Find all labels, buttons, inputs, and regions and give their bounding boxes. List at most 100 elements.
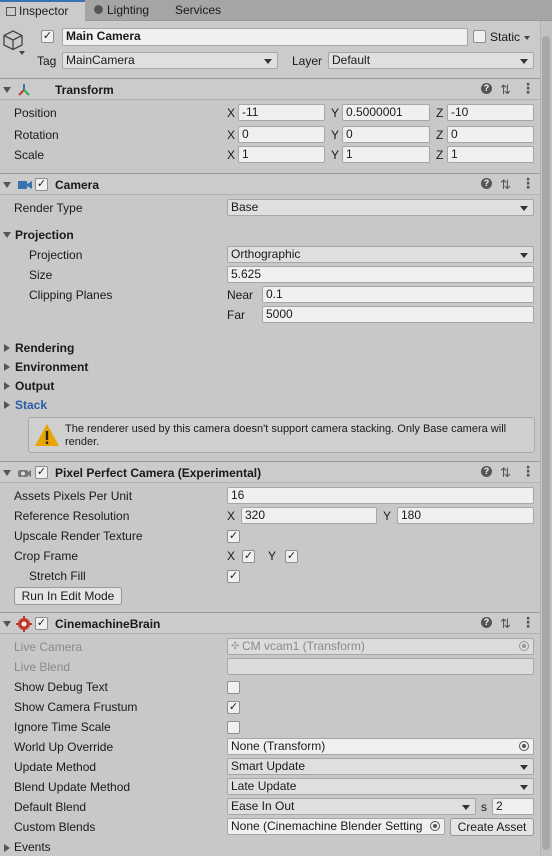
blend-time-field[interactable]: 2 bbox=[492, 798, 534, 815]
camera-header[interactable]: ✓ Camera ? ⇅ ⋮ bbox=[0, 173, 540, 195]
preset-sliders-icon[interactable]: ⇅ bbox=[500, 82, 511, 98]
help-icon[interactable]: ? bbox=[481, 617, 492, 628]
axis-z-label: Z bbox=[436, 106, 444, 120]
position-z-field[interactable]: -10 bbox=[447, 104, 534, 121]
ref-x-field[interactable]: 320 bbox=[241, 507, 377, 524]
brain-enabled-checkbox[interactable]: ✓ bbox=[35, 617, 48, 630]
foldout-arrow-icon[interactable] bbox=[3, 87, 11, 93]
foldout-arrow-icon[interactable] bbox=[3, 470, 11, 476]
blend-update-method-dropdown[interactable]: Late Update bbox=[227, 778, 534, 795]
kebab-menu-icon[interactable]: ⋮ bbox=[521, 80, 535, 97]
tag-dropdown[interactable]: MainCamera bbox=[62, 52, 278, 69]
static-dropdown-arrow[interactable] bbox=[524, 36, 530, 40]
live-blend-label: Live Blend bbox=[14, 660, 71, 674]
projection-dropdown[interactable]: Orthographic bbox=[227, 246, 534, 263]
far-field[interactable]: 5000 bbox=[262, 306, 534, 323]
world-up-override-label: World Up Override bbox=[14, 740, 114, 754]
clipping-planes-label: Clipping Planes bbox=[29, 288, 113, 302]
kebab-menu-icon[interactable]: ⋮ bbox=[521, 175, 535, 192]
cinemachine-icon bbox=[16, 616, 32, 632]
active-checkbox[interactable]: ✓ bbox=[41, 30, 54, 43]
rotation-z-field[interactable]: 0 bbox=[447, 126, 534, 143]
crop-y-checkbox[interactable]: ✓ bbox=[285, 550, 298, 563]
create-asset-button[interactable]: Create Asset bbox=[450, 818, 534, 836]
axis-z-label: Z bbox=[436, 148, 444, 162]
help-icon[interactable]: ? bbox=[481, 83, 492, 94]
kebab-menu-icon[interactable]: ⋮ bbox=[521, 463, 535, 480]
stacking-warning-box: The renderer used by this camera doesn't… bbox=[28, 417, 535, 453]
rotation-x-field[interactable]: 0 bbox=[238, 126, 325, 143]
pixel-perfect-header[interactable]: ✓ Pixel Perfect Camera (Experimental) ? … bbox=[0, 461, 540, 483]
live-blend-field bbox=[227, 658, 534, 675]
rendering-foldout-icon[interactable] bbox=[4, 344, 10, 352]
camera-enabled-checkbox[interactable]: ✓ bbox=[35, 178, 48, 191]
preset-sliders-icon[interactable]: ⇅ bbox=[500, 465, 511, 481]
rendering-section-label[interactable]: Rendering bbox=[15, 341, 74, 356]
events-label[interactable]: Events bbox=[14, 840, 51, 855]
assets-ppu-label: Assets Pixels Per Unit bbox=[14, 489, 133, 503]
stack-foldout-icon[interactable] bbox=[4, 401, 10, 409]
position-y-field[interactable]: 0.5000001 bbox=[342, 104, 430, 121]
scale-x-field[interactable]: 1 bbox=[238, 146, 325, 163]
near-field[interactable]: 0.1 bbox=[262, 286, 534, 303]
tab-services[interactable]: Services bbox=[169, 0, 239, 21]
ignore-time-scale-checkbox[interactable] bbox=[227, 721, 240, 734]
component-title: Pixel Perfect Camera (Experimental) bbox=[55, 466, 262, 480]
kebab-menu-icon[interactable]: ⋮ bbox=[521, 614, 535, 631]
update-method-dropdown[interactable]: Smart Update bbox=[227, 758, 534, 775]
icon-dropdown-arrow[interactable] bbox=[19, 51, 25, 55]
scale-y-field[interactable]: 1 bbox=[342, 146, 430, 163]
environment-foldout-icon[interactable] bbox=[4, 363, 10, 371]
render-type-dropdown[interactable]: Base bbox=[227, 199, 534, 216]
script-component-icon bbox=[18, 470, 31, 477]
stretch-fill-checkbox[interactable]: ✓ bbox=[227, 570, 240, 583]
events-foldout-icon[interactable] bbox=[4, 844, 10, 852]
tab-lighting[interactable]: Lighting bbox=[88, 0, 166, 21]
layer-dropdown[interactable]: Default bbox=[328, 52, 534, 69]
upscale-render-texture-checkbox[interactable]: ✓ bbox=[227, 530, 240, 543]
chevron-down-icon bbox=[264, 59, 272, 64]
camera-icon bbox=[18, 181, 32, 189]
show-debug-text-checkbox[interactable] bbox=[227, 681, 240, 694]
default-blend-dropdown[interactable]: Ease In Out bbox=[227, 798, 476, 815]
assets-ppu-field[interactable]: 16 bbox=[227, 487, 534, 504]
help-icon[interactable]: ? bbox=[481, 466, 492, 477]
object-name-field[interactable]: Main Camera bbox=[62, 28, 468, 46]
ref-y-field[interactable]: 180 bbox=[397, 507, 534, 524]
rotation-y-field[interactable]: 0 bbox=[342, 126, 430, 143]
show-camera-frustum-label: Show Camera Frustum bbox=[14, 700, 138, 714]
size-field[interactable]: 5.625 bbox=[227, 266, 534, 283]
chevron-down-icon bbox=[520, 253, 528, 258]
object-picker-icon[interactable] bbox=[519, 741, 529, 751]
foldout-arrow-icon[interactable] bbox=[3, 621, 11, 627]
chevron-down-icon bbox=[462, 805, 470, 810]
projection-section-label[interactable]: Projection bbox=[15, 228, 74, 243]
projection-label: Projection bbox=[29, 248, 83, 262]
transform-header[interactable]: Transform ? ⇅ ⋮ bbox=[0, 78, 540, 100]
stack-section-label[interactable]: Stack bbox=[15, 398, 47, 413]
run-in-edit-mode-button[interactable]: Run In Edit Mode bbox=[14, 587, 122, 605]
projection-foldout-icon[interactable] bbox=[3, 232, 11, 238]
position-x-field[interactable]: -11 bbox=[238, 104, 325, 121]
ref-y-label: Y bbox=[383, 509, 392, 523]
environment-section-label[interactable]: Environment bbox=[15, 360, 88, 375]
show-camera-frustum-checkbox[interactable]: ✓ bbox=[227, 701, 240, 714]
tab-inspector[interactable]: Inspector bbox=[0, 0, 85, 21]
scrollbar-thumb[interactable] bbox=[542, 36, 550, 850]
preset-sliders-icon[interactable]: ⇅ bbox=[500, 177, 511, 193]
custom-blends-field[interactable]: None (Cinemachine Blender Setting bbox=[227, 818, 445, 835]
object-picker-icon[interactable] bbox=[430, 821, 440, 831]
pixel-perfect-enabled-checkbox[interactable]: ✓ bbox=[35, 466, 48, 479]
help-icon[interactable]: ? bbox=[481, 178, 492, 189]
output-section-label[interactable]: Output bbox=[15, 379, 54, 394]
chevron-down-icon bbox=[520, 785, 528, 790]
preset-sliders-icon[interactable]: ⇅ bbox=[500, 616, 511, 632]
cinemachine-brain-header[interactable]: ✓ CinemachineBrain ? ⇅ ⋮ bbox=[0, 612, 540, 634]
foldout-arrow-icon[interactable] bbox=[3, 182, 11, 188]
static-checkbox[interactable] bbox=[473, 30, 486, 43]
output-foldout-icon[interactable] bbox=[4, 382, 10, 390]
crop-x-checkbox[interactable]: ✓ bbox=[242, 550, 255, 563]
scale-z-field[interactable]: 1 bbox=[447, 146, 534, 163]
ignore-time-scale-label: Ignore Time Scale bbox=[14, 720, 111, 734]
world-up-override-field[interactable]: None (Transform) bbox=[227, 738, 534, 755]
